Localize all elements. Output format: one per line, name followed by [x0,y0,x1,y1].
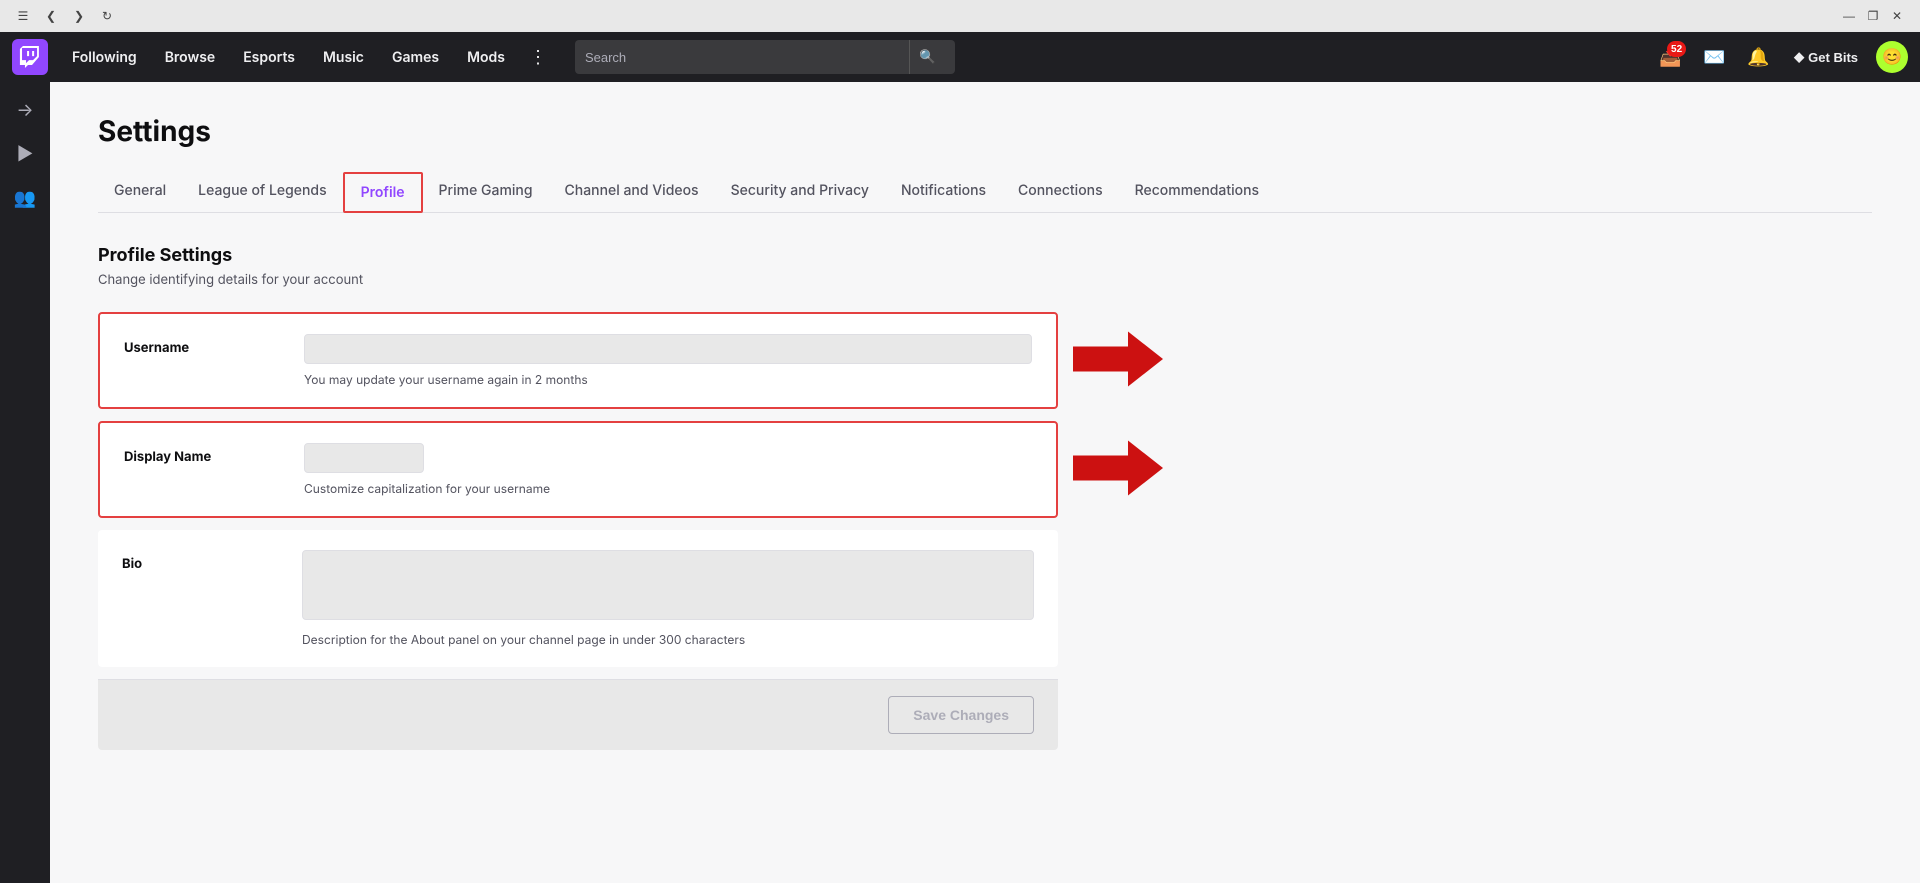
display-name-row: Display Name Customize capitalization fo… [98,421,1058,518]
twitch-logo[interactable] [12,39,48,75]
nav-following[interactable]: Following [60,32,149,82]
display-name-input[interactable] [304,443,424,473]
username-hint: You may update your username again in 2 … [304,372,1032,387]
sidebar: → ▶ 👥 [0,82,50,883]
get-bits-button[interactable]: ◆ Get Bits [1784,43,1868,71]
titlebar: ☰ ❮ ❯ ↻ — ❐ ✕ [0,0,1920,32]
search-icon: 🔍 [919,49,936,65]
sidebar-stream[interactable]: ▶ [5,134,45,174]
navbar-actions: 📥 52 ✉️ 🔔 ◆ Get Bits 😊 [1652,39,1908,75]
search-box: 🔍 [575,40,955,74]
username-label: Username [124,334,304,356]
reload-button[interactable]: ↻ [96,5,118,27]
twitch-logo-icon [19,46,41,68]
sidebar-collapse[interactable]: → [5,90,45,130]
bell-icon: 🔔 [1747,47,1769,68]
display-name-label: Display Name [124,443,304,465]
tab-recommendations[interactable]: Recommendations [1119,172,1275,213]
section-subtitle: Change identifying details for your acco… [98,272,1058,288]
bits-icon: ◆ [1794,49,1804,65]
get-bits-label: Get Bits [1808,50,1858,65]
chat-icon: ✉️ [1703,47,1725,68]
collapse-icon: → [16,100,33,121]
minimize-button[interactable]: — [1838,5,1860,27]
bio-row: Bio Description for the About panel on y… [98,530,1058,667]
search-input[interactable] [585,50,909,65]
display-name-input-area: Customize capitalization for your userna… [304,443,1032,496]
titlebar-controls: ☰ ❮ ❯ ↻ [12,5,118,27]
sidebar-friends[interactable]: 👥 [5,178,45,218]
user-avatar[interactable]: 😊 [1876,41,1908,73]
tab-security[interactable]: Security and Privacy [715,172,885,213]
username-row: Username You may update your username ag… [98,312,1058,409]
friends-icon: 👥 [14,188,36,209]
display-name-arrow [1073,440,1163,499]
messages-button[interactable]: ✉️ [1696,39,1732,75]
bio-input[interactable] [302,550,1034,620]
notifications-button[interactable]: 📥 52 [1652,39,1688,75]
display-name-row-container: Display Name Customize capitalization fo… [98,421,1058,518]
tab-general[interactable]: General [98,172,182,213]
section-title: Profile Settings [98,245,1058,266]
nav-games[interactable]: Games [380,32,451,82]
settings-tabs: General League of Legends Profile Prime … [98,172,1872,213]
tab-notifications[interactable]: Notifications [885,172,1002,213]
close-button[interactable]: ✕ [1886,5,1908,27]
back-button[interactable]: ❮ [40,5,62,27]
username-row-container: Username You may update your username ag… [98,312,1058,409]
tab-profile[interactable]: Profile [343,172,423,213]
page-title: Settings [98,114,1872,148]
nav-browse[interactable]: Browse [153,32,228,82]
nav-mods[interactable]: Mods [455,32,517,82]
video-icon: ▶ [17,144,34,165]
bio-input-area: Description for the About panel on your … [302,550,1034,647]
maximize-button[interactable]: ❐ [1862,5,1884,27]
red-arrow-2-icon [1073,440,1163,495]
tab-connections[interactable]: Connections [1002,172,1119,213]
avatar-icon: 😊 [1882,47,1902,67]
settings-bottom-bar: Save Changes [98,679,1058,750]
whispers-button[interactable]: 🔔 [1740,39,1776,75]
search-button[interactable]: 🔍 [909,40,945,74]
username-arrow [1073,331,1163,390]
profile-settings-wrapper: Profile Settings Change identifying deta… [98,245,1058,750]
bio-label: Bio [122,550,302,572]
tab-league[interactable]: League of Legends [182,172,342,213]
search-area: 🔍 [575,40,1632,74]
window-controls: — ❐ ✕ [1838,5,1908,27]
forward-button[interactable]: ❯ [68,5,90,27]
main-content: Settings General League of Legends Profi… [50,82,1920,883]
app-body: → ▶ 👥 Settings General League of Legends… [0,82,1920,883]
nav-esports[interactable]: Esports [231,32,307,82]
menu-button[interactable]: ☰ [12,5,34,27]
username-input-area: You may update your username again in 2 … [304,334,1032,387]
username-input[interactable] [304,334,1032,364]
navbar: Following Browse Esports Music Games Mod… [0,32,1920,82]
notification-badge: 52 [1667,41,1686,57]
nav-music[interactable]: Music [311,32,376,82]
tab-prime[interactable]: Prime Gaming [423,172,549,213]
nav-more-button[interactable]: ⋮ [521,32,555,82]
save-changes-button[interactable]: Save Changes [888,696,1034,734]
display-name-hint: Customize capitalization for your userna… [304,481,1032,496]
tab-channel[interactable]: Channel and Videos [549,172,715,213]
bio-hint: Description for the About panel on your … [302,632,1034,647]
red-arrow-icon [1073,331,1163,386]
